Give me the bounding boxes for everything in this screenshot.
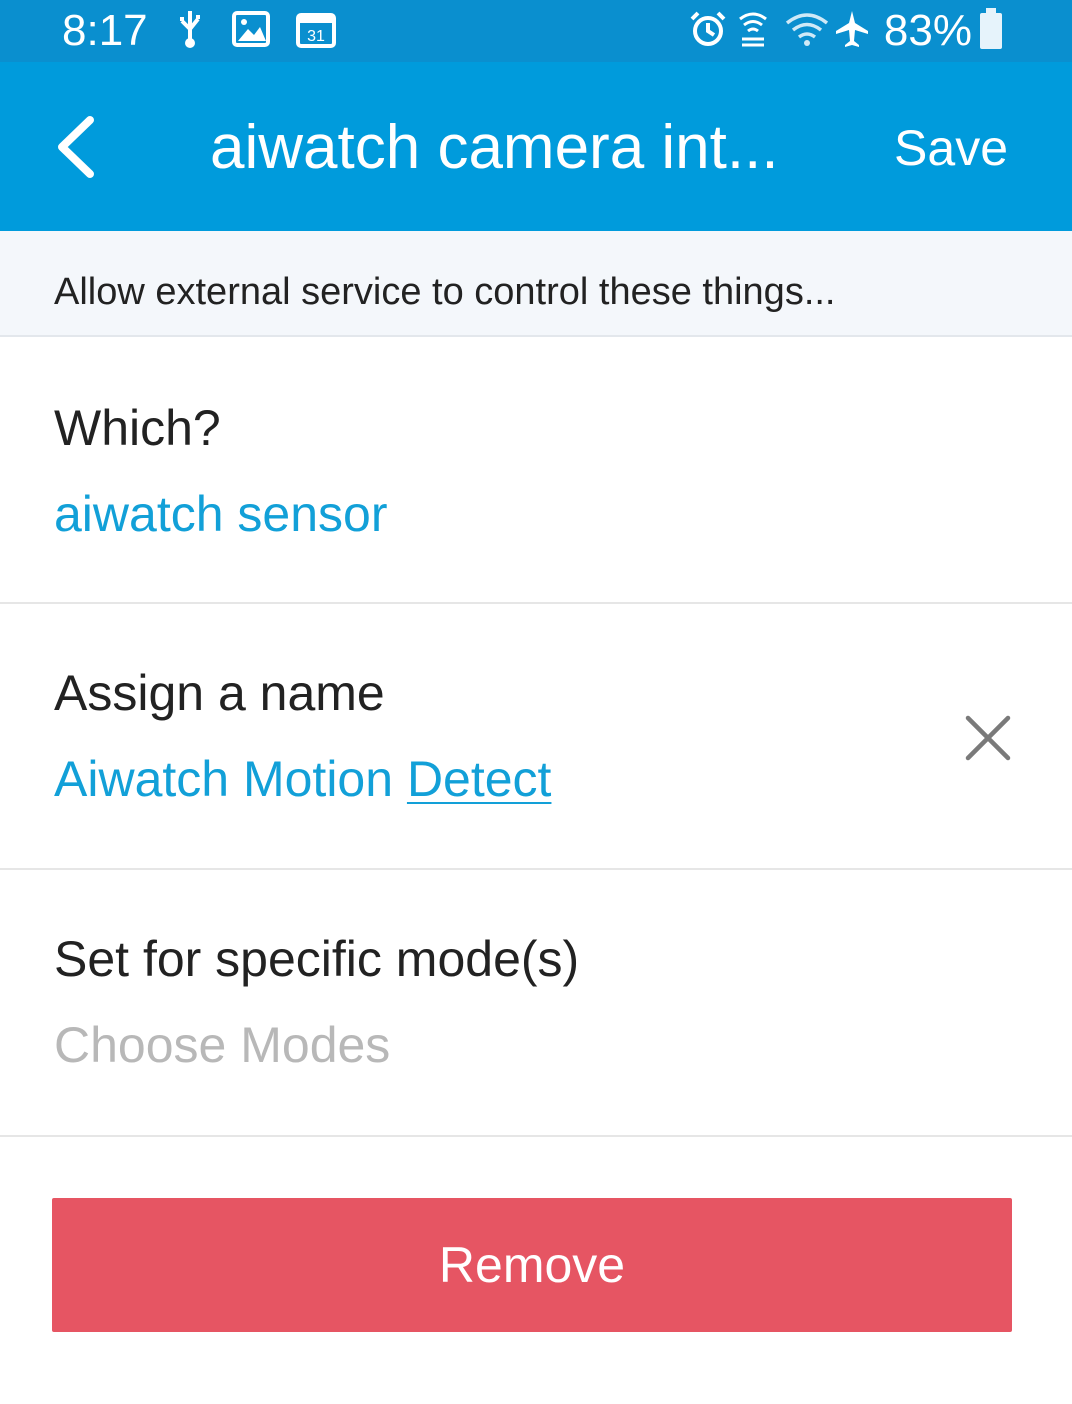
status-bar: 8:17 31 83% bbox=[0, 0, 1072, 62]
clear-name-button[interactable] bbox=[964, 714, 1012, 762]
name-field-text: Aiwatch Motion bbox=[54, 751, 407, 807]
chevron-left-icon bbox=[48, 116, 108, 186]
usb-icon bbox=[174, 9, 206, 54]
which-label: Which? bbox=[54, 400, 221, 456]
section-header-text: Allow external service to control these … bbox=[54, 271, 836, 313]
assign-name-label: Assign a name bbox=[54, 665, 385, 721]
save-button[interactable]: Save bbox=[894, 118, 1008, 178]
modes-label: Set for specific mode(s) bbox=[54, 931, 580, 987]
choose-modes-field[interactable]: Choose Modes bbox=[54, 1016, 390, 1074]
image-icon bbox=[231, 10, 270, 52]
modes-row[interactable]: Set for specific mode(s) Choose Modes bbox=[0, 870, 1072, 1137]
name-field-text-underlined: Detect bbox=[406, 751, 552, 807]
close-icon bbox=[964, 715, 1012, 766]
page-title: aiwatch camera int... bbox=[210, 113, 779, 182]
remove-button[interactable]: Remove bbox=[52, 1198, 1012, 1332]
wifi-icon bbox=[784, 11, 830, 52]
assign-name-row[interactable]: Assign a name Aiwatch Motion Detect bbox=[0, 604, 1072, 870]
calendar-day: 31 bbox=[307, 28, 325, 45]
battery-percent: 83% bbox=[883, 6, 972, 55]
sync-icon bbox=[736, 9, 770, 54]
which-value[interactable]: aiwatch sensor bbox=[54, 485, 388, 543]
battery-icon bbox=[980, 8, 1002, 49]
status-time: 8:17 bbox=[62, 6, 148, 55]
which-row[interactable]: Which? aiwatch sensor bbox=[0, 337, 1072, 604]
calendar-icon: 31 bbox=[295, 10, 336, 53]
section-header: Allow external service to control these … bbox=[0, 231, 1072, 337]
alarm-icon bbox=[688, 9, 728, 54]
back-button[interactable] bbox=[48, 112, 108, 182]
airplane-icon bbox=[834, 9, 870, 54]
app-bar: aiwatch camera int... Save bbox=[0, 62, 1072, 231]
name-field[interactable]: Aiwatch Motion Detect bbox=[54, 750, 551, 808]
